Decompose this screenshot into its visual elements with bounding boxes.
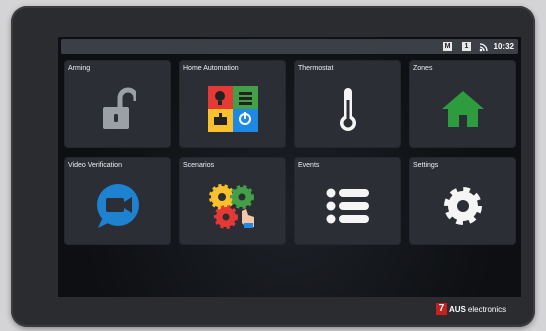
tile-thermostat-label: Thermostat bbox=[298, 65, 334, 72]
padlock-open-icon bbox=[102, 87, 136, 129]
device-frame: M 1 10:32 Arming Home Automation Thermos… bbox=[11, 6, 535, 327]
tile-events[interactable]: Events bbox=[295, 158, 400, 244]
tile-arming[interactable]: Arming bbox=[65, 61, 170, 147]
house-icon bbox=[441, 91, 484, 127]
status-chip-1: 1 bbox=[462, 42, 471, 51]
tile-scenarios-label: Scenarios bbox=[183, 162, 215, 169]
brand-suffix: electronics bbox=[467, 304, 507, 314]
gears-icon bbox=[208, 184, 254, 229]
video-camera-icon bbox=[96, 184, 139, 228]
tile-thermostat[interactable]: Thermostat bbox=[295, 61, 400, 147]
list-icon bbox=[326, 188, 369, 224]
tile-scenarios[interactable]: Scenarios bbox=[180, 158, 285, 244]
tile-events-label: Events bbox=[298, 162, 320, 169]
clock: 10:32 bbox=[493, 42, 514, 51]
thermometer-icon bbox=[339, 88, 356, 131]
status-bar: M 1 10:32 bbox=[61, 39, 518, 54]
tile-arming-label: Arming bbox=[68, 65, 91, 72]
brand-mark: 7 bbox=[436, 303, 447, 315]
wifi-icon bbox=[479, 43, 488, 52]
gear-icon bbox=[443, 187, 482, 225]
tile-home-automation-label: Home Automation bbox=[183, 65, 239, 72]
status-chip-m: M bbox=[443, 42, 452, 51]
touch-screen: M 1 10:32 Arming Home Automation Thermos… bbox=[58, 37, 521, 297]
brand-name: AUS bbox=[449, 304, 466, 314]
tile-video-verification-label: Video Verification bbox=[68, 162, 122, 169]
tile-settings[interactable]: Settings bbox=[410, 158, 515, 244]
tile-zones[interactable]: Zones bbox=[410, 61, 515, 147]
home-automation-grid-icon bbox=[207, 86, 258, 132]
tile-zones-label: Zones bbox=[413, 65, 433, 72]
brand-logo: 7 AUS electronics bbox=[436, 302, 506, 316]
tile-settings-label: Settings bbox=[413, 162, 439, 169]
tile-home-automation[interactable]: Home Automation bbox=[180, 61, 285, 147]
tile-video-verification[interactable]: Video Verification bbox=[65, 158, 170, 244]
